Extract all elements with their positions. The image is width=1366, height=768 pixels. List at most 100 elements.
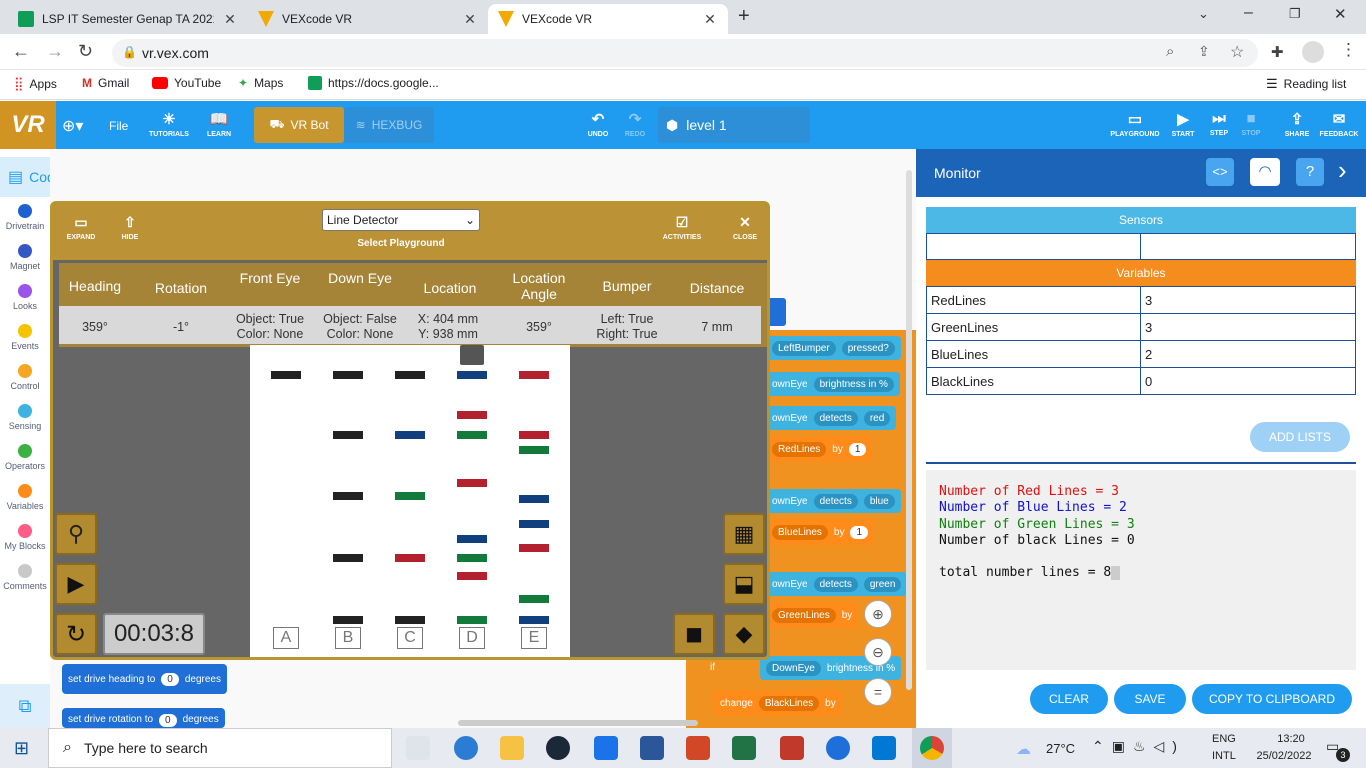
monitor-gauge-icon[interactable]: ◠	[1250, 158, 1280, 186]
word-icon[interactable]	[640, 736, 664, 760]
downeye-brightness-block[interactable]: ownEye brightness in %	[766, 372, 900, 396]
learn-button[interactable]: 📖 LEARN	[200, 110, 238, 138]
tab-search-icon[interactable]: ⌄	[1198, 6, 1209, 22]
start-button[interactable]: ▶ START	[1170, 110, 1196, 138]
value-field[interactable]: 0	[159, 714, 177, 727]
code-view-icon[interactable]: <>	[1206, 158, 1234, 186]
category-variables[interactable]: Variables	[0, 484, 50, 511]
change-redlines-block[interactable]: RedLines by 1	[766, 436, 873, 462]
zoom-reset-icon[interactable]: =	[864, 678, 892, 706]
zoom-in-icon[interactable]: ⊕	[864, 600, 892, 628]
help-icon[interactable]: ?	[1296, 158, 1324, 186]
change-bluelines-block[interactable]: BlueLines by 1	[766, 519, 875, 545]
eye-dropdown[interactable]: DownEye	[766, 660, 821, 676]
share-button[interactable]: ⇪ SHARE	[1282, 110, 1312, 138]
detects-blue-block[interactable]: ownEye detects blue	[766, 489, 901, 513]
bookmark-maps[interactable]: ✦ Maps	[238, 76, 283, 90]
bookmark-star-icon[interactable]: ☆	[1230, 42, 1244, 62]
edge-icon[interactable]	[454, 736, 478, 760]
color-dropdown[interactable]: green	[863, 576, 902, 592]
activities-button[interactable]: ☑ ACTIVITIES	[657, 214, 707, 241]
forward-icon[interactable]: →	[46, 41, 64, 62]
file-explorer-icon[interactable]	[500, 736, 524, 760]
redo-button[interactable]: ↷ REDO	[621, 110, 649, 138]
eye-dropdown[interactable]: ownEye	[772, 379, 808, 390]
menu-icon[interactable]: ⋮	[1340, 40, 1357, 60]
browser-tab-active[interactable]: VEXcode VR ✕	[488, 4, 728, 34]
category-operators[interactable]: Operators	[0, 444, 50, 471]
reading-list[interactable]: ☰ Reading list	[1266, 76, 1346, 92]
category-looks[interactable]: Looks	[0, 284, 50, 311]
clock-time[interactable]: 13:20	[1262, 733, 1320, 745]
reset-button[interactable]: ↻	[55, 613, 97, 655]
playground-button[interactable]: ▭ PLAYGROUND	[1108, 110, 1162, 138]
change-blacklines-block[interactable]: change BlackLines by	[714, 690, 842, 716]
add-lists-button[interactable]: ADD LISTS	[1250, 422, 1350, 452]
powerpoint-icon[interactable]	[686, 736, 710, 760]
new-tab-button[interactable]: +	[738, 5, 750, 28]
hide-button[interactable]: ⇧ HIDE	[113, 214, 147, 241]
extensions-icon[interactable]: ✚	[1271, 43, 1284, 61]
chrome-taskbar-active[interactable]	[912, 728, 952, 768]
playground-select[interactable]: Line Detector ⌄	[322, 209, 480, 231]
variable-dropdown[interactable]: BlackLines	[758, 695, 820, 711]
category-comments[interactable]: Comments	[0, 564, 50, 591]
save-button[interactable]: SAVE	[1114, 684, 1186, 714]
variable-dropdown[interactable]: BlueLines	[772, 524, 828, 540]
language-primary[interactable]: ENG	[1212, 733, 1236, 745]
app-icon[interactable]	[780, 736, 804, 760]
step-button[interactable]: ⏭ STEP	[1206, 110, 1232, 137]
category-control[interactable]: Control	[0, 364, 50, 391]
category-magnet[interactable]: Magnet	[0, 244, 50, 271]
chase-camera-button[interactable]: ◼	[673, 613, 715, 655]
task-view-icon[interactable]	[406, 736, 430, 760]
workspace-scrollbar[interactable]	[458, 720, 698, 726]
profile-avatar[interactable]	[1302, 41, 1324, 63]
category-sensing[interactable]: Sensing	[0, 404, 50, 431]
level-selector[interactable]: ⬢ level 1	[658, 107, 810, 143]
category-my-blocks[interactable]: My Blocks	[0, 524, 50, 551]
steam-icon[interactable]	[546, 736, 570, 760]
dashboard-toggle-button[interactable]: ▦	[723, 513, 765, 555]
eye-dropdown[interactable]: ownEye	[772, 413, 808, 424]
cortana-icon[interactable]	[826, 736, 850, 760]
eye-dropdown[interactable]: ownEye	[772, 496, 808, 507]
close-button[interactable]: ✕ CLOSE	[725, 214, 765, 241]
play-button[interactable]: ▶	[55, 563, 97, 605]
language-secondary[interactable]: INTL	[1212, 750, 1236, 762]
close-tab-icon[interactable]: ✕	[222, 11, 238, 28]
language-globe-icon[interactable]: ⊕▾	[62, 116, 83, 136]
eye-dropdown[interactable]: ownEye	[772, 579, 808, 590]
detects-red-block[interactable]: ownEye detects red	[766, 406, 897, 430]
taskbar-search[interactable]: ⌕ Type here to search	[48, 728, 392, 768]
aligned-camera-button[interactable]: ◆	[723, 613, 765, 655]
variable-dropdown[interactable]: RedLines	[772, 441, 827, 457]
color-dropdown[interactable]: blue	[863, 493, 895, 509]
store-icon[interactable]	[594, 736, 618, 760]
bookmark-docs[interactable]: https://docs.google...	[308, 76, 439, 90]
close-tab-icon[interactable]: ✕	[702, 11, 718, 28]
bumper-dropdown[interactable]: LeftBumper	[772, 340, 836, 356]
category-events[interactable]: Events	[0, 324, 50, 351]
bookmark-apps[interactable]: ⣿ Apps	[14, 76, 57, 92]
zoom-icon[interactable]: ⌕	[1166, 43, 1174, 60]
clock-date[interactable]: 25/02/2022	[1248, 750, 1320, 762]
collapse-panel-icon[interactable]: ›	[1338, 155, 1347, 186]
variable-dropdown[interactable]: GreenLines	[772, 607, 836, 623]
back-icon[interactable]: ←	[12, 41, 30, 62]
hexbug-button[interactable]: ≋ HEXBUG	[344, 107, 434, 143]
excel-icon[interactable]	[732, 736, 756, 760]
category-drivetrain[interactable]: Drivetrain	[0, 204, 50, 231]
vr-bot-button[interactable]: ⛟ VR Bot	[254, 107, 344, 143]
tutorials-button[interactable]: ☀ TUTORIALS	[148, 110, 190, 138]
minimize-button[interactable]: –	[1244, 4, 1253, 22]
close-tab-icon[interactable]: ✕	[462, 11, 478, 28]
share-icon[interactable]: ⇪	[1198, 43, 1210, 60]
color-dropdown[interactable]: red	[863, 410, 891, 426]
windows-start-icon[interactable]: ⊞	[14, 738, 29, 759]
detects-green-block[interactable]: ownEye detects green	[766, 572, 908, 596]
bumper-pressed-block[interactable]: LeftBumper pressed?	[766, 336, 901, 360]
feedback-button[interactable]: ✉ FEEDBACK	[1318, 110, 1360, 138]
address-bar[interactable]: 🔒 vr.vex.com ⌕ ⇪ ☆	[112, 39, 1258, 67]
restore-button[interactable]: ❐	[1289, 6, 1301, 22]
